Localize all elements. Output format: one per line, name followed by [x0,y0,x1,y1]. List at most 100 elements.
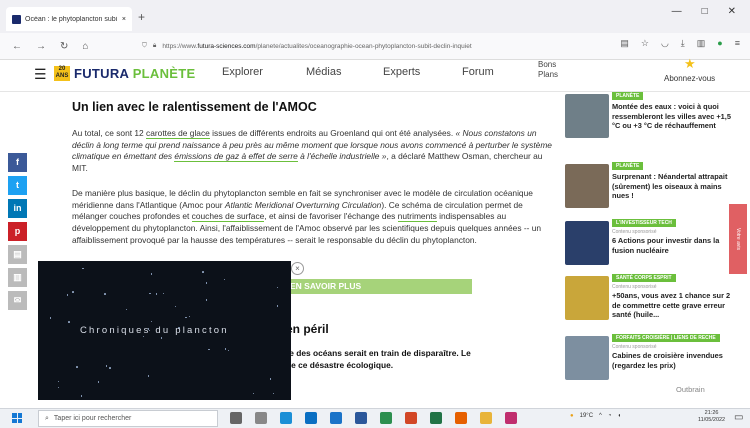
card-sponsored-label: Contenu sponsorisé [612,229,657,235]
search-icon: ⌕ [45,414,49,422]
download-icon[interactable]: ⤓ [681,38,685,49]
video-star [149,292,151,295]
nav-forum[interactable]: Forum [462,66,494,78]
library-icon[interactable]: ▥ [697,38,706,49]
card-title[interactable]: Surprenant : Néandertal attrapait (sûrem… [612,172,740,201]
tab-close-icon[interactable]: × [122,16,126,23]
misc-app-icon[interactable] [505,412,517,424]
pocket-icon[interactable]: ◡ [661,38,669,49]
nav-experts[interactable]: Experts [383,66,420,78]
nav-medias[interactable]: Médias [306,66,341,78]
section-heading-2: en péril [286,322,329,336]
logo-accent: PLANÈTE [132,66,196,81]
home-icon[interactable]: ⌂ [82,41,88,52]
bookmark-star-icon[interactable]: ☆ [641,38,649,49]
section-heading: Un lien avec le ralentissement de l'AMOC [72,100,317,114]
maximize-button[interactable]: □ [702,6,708,17]
weather-icon: ● [570,413,574,419]
outbrain-logo[interactable]: Outbrain [676,385,705,394]
volume-icon[interactable]: ◖ [617,413,621,419]
tray-chevron-icon[interactable]: ^ [599,413,602,419]
browser-tab[interactable]: Océan : le phytoplancton subi × [6,7,132,31]
video-star [208,348,210,351]
video-star [109,367,111,369]
feedback-tab[interactable]: Votre avis [729,204,747,274]
link-couches-surface[interactable]: couches de surface [191,211,265,223]
hamburger-menu-icon[interactable]: ☰ [34,66,47,83]
linkedin-icon[interactable]: in [8,199,27,218]
video-star [227,349,230,352]
menu-icon[interactable]: ≡ [735,38,740,49]
card-thumbnail[interactable] [565,94,609,138]
taskbar-clock[interactable]: 21:26 11/05/2022 [698,410,725,424]
temperature: 19°C [579,413,594,419]
video-star [224,348,227,350]
pinterest-icon[interactable]: p [8,222,27,241]
network-icon[interactable]: ◔ [608,413,612,419]
forward-icon[interactable]: → [36,41,46,52]
close-window-button[interactable]: ✕ [728,6,736,17]
powerpoint-icon[interactable] [405,412,417,424]
video-star [205,282,208,284]
twitter-icon[interactable]: t [8,176,27,195]
reload-icon[interactable]: ↻ [60,41,68,52]
bons-plans-link[interactable]: Bons Plans [538,60,558,80]
reader-icon[interactable]: ▤ [620,38,629,49]
minimize-button[interactable]: — [672,6,682,17]
edge-icon[interactable] [280,412,292,424]
link-nutriments[interactable]: nutriments [397,211,437,223]
video-star [269,378,272,380]
card-thumbnail[interactable] [565,221,609,265]
firefox-icon[interactable] [455,412,467,424]
store-icon[interactable] [305,412,317,424]
facebook-icon[interactable]: f [8,153,27,172]
url-prefix: https://www. [162,42,198,50]
video-star [97,381,100,383]
print-icon[interactable]: ▥ [8,268,27,287]
card-tag: PLANÈTE [612,162,644,170]
card-title[interactable]: +50ans, vous avez 1 chance sur 2 de comm… [612,291,740,320]
card-tag: PLANÈTE [612,92,644,100]
photos-icon[interactable] [380,412,392,424]
site-favicon-icon [12,14,21,24]
video-star [174,305,177,308]
card-title[interactable]: Cabines de croisière invendues (regardez… [612,351,740,370]
video-star [272,392,275,395]
video-star [188,315,191,318]
nav-explorer[interactable]: Explorer [222,66,263,78]
word-icon[interactable] [355,412,367,424]
link-carottes[interactable]: carottes de glace [146,128,210,139]
folder-icon[interactable] [480,412,492,424]
en-savoir-plus-button[interactable]: EN SAVOIR PLUS [284,279,472,294]
video-star [276,305,279,307]
taskbar-search-input[interactable]: ⌕ Taper ici pour rechercher [38,410,218,427]
video-star [125,308,128,311]
card-title[interactable]: Montée des eaux : voici à quoi ressemble… [612,102,740,131]
task-view-icon[interactable] [230,412,242,424]
link-emissions[interactable]: émissions de gaz à effet de serre [174,151,298,163]
video-star [185,316,187,319]
mail-app-icon[interactable] [330,412,342,424]
card-title[interactable]: 6 Actions pour investir dans la fusion n… [612,236,740,255]
card-tag: L'INVESTISSEUR TECH [612,219,676,227]
windows-start-icon[interactable] [12,413,22,423]
new-tab-button[interactable]: + [138,10,145,24]
close-video-icon[interactable]: × [291,262,304,275]
excel-icon[interactable] [430,412,442,424]
address-bar[interactable]: ⛉ 🔒︎ https://www.futura-sciences.com/pla… [142,37,582,55]
card-thumbnail[interactable] [565,164,609,208]
video-star [76,366,78,368]
card-thumbnail[interactable] [565,336,609,380]
back-icon[interactable]: ← [12,41,22,52]
extension-icon[interactable]: ● [717,38,722,49]
pdf-icon[interactable]: ▤ [8,245,27,264]
video-star [202,271,204,273]
mail-icon[interactable]: ✉ [8,291,27,310]
site-logo[interactable]: FUTURA PLANÈTE [74,66,195,81]
subscribe-link[interactable]: Abonnez-vous [664,74,715,83]
card-thumbnail[interactable] [565,276,609,320]
widgets-icon[interactable] [255,412,267,424]
window-controls: — □ ✕ [672,6,750,17]
video-star [57,380,60,383]
notification-icon[interactable]: ▭ [734,412,743,423]
